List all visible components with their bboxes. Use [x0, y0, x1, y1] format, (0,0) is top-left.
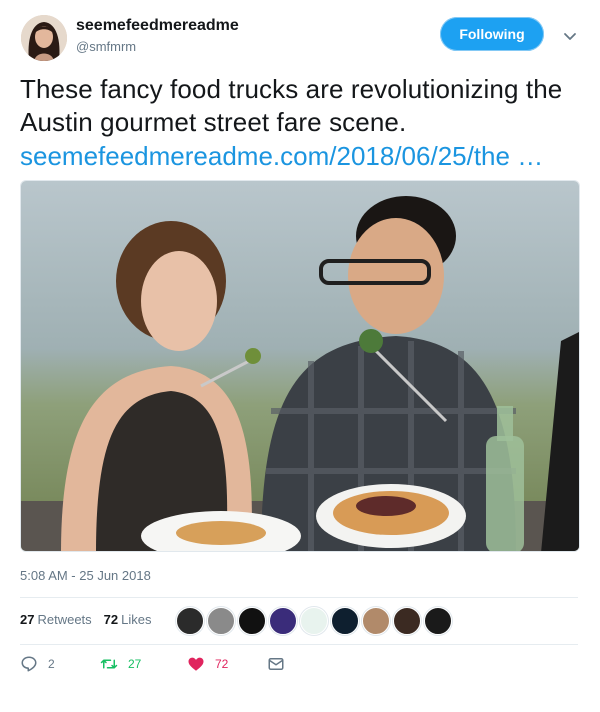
reply-icon	[21, 656, 37, 672]
avatar[interactable]	[21, 15, 67, 61]
retweets-count: 27	[20, 612, 35, 627]
tweet-actions: 2 27 72	[20, 655, 295, 673]
user-handle[interactable]: @smfmrm	[76, 39, 136, 54]
liker-avatar[interactable]	[393, 607, 421, 635]
like-count: 72	[215, 657, 229, 671]
engagement-stats: 27 Retweets 72 Likes	[20, 612, 152, 627]
liker-avatar[interactable]	[238, 607, 266, 635]
photo-illustration	[21, 181, 579, 551]
liker-avatar[interactable]	[269, 607, 297, 635]
liker-avatars	[176, 607, 452, 635]
tweet-link[interactable]: seemefeedmereadme.com/2018/06/25/the …	[20, 140, 580, 173]
liker-avatar[interactable]	[176, 607, 204, 635]
liker-avatar[interactable]	[362, 607, 390, 635]
retweet-button[interactable]: 27	[100, 655, 187, 673]
retweet-count: 27	[128, 657, 142, 671]
tweet-photo[interactable]	[20, 180, 580, 552]
likes-count: 72	[103, 612, 119, 627]
likes-stat[interactable]: 72 Likes	[104, 612, 152, 627]
liker-avatar[interactable]	[300, 607, 328, 635]
retweets-label: Retweets	[37, 612, 92, 627]
reply-count: 2	[48, 657, 55, 671]
liker-avatar[interactable]	[331, 607, 359, 635]
tweet-text: These fancy food trucks are revolutioniz…	[20, 74, 563, 137]
liker-avatar[interactable]	[424, 607, 452, 635]
liker-avatar[interactable]	[207, 607, 235, 635]
direct-message-button[interactable]	[267, 655, 295, 673]
retweets-stat[interactable]: 27 Retweets	[20, 612, 92, 627]
retweet-icon	[100, 659, 118, 669]
envelope-icon	[268, 658, 284, 670]
following-button[interactable]: Following	[440, 17, 544, 51]
chevron-down-icon[interactable]	[562, 28, 578, 44]
reply-button[interactable]: 2	[20, 655, 100, 673]
divider	[20, 644, 578, 645]
heart-icon	[188, 657, 204, 671]
like-button[interactable]: 72	[187, 655, 267, 673]
divider	[20, 597, 578, 598]
tweet-timestamp[interactable]: 5:08 AM - 25 Jun 2018	[20, 568, 151, 583]
display-name[interactable]: seemefeedmereadme	[76, 17, 239, 35]
likes-label: Likes	[121, 612, 152, 627]
